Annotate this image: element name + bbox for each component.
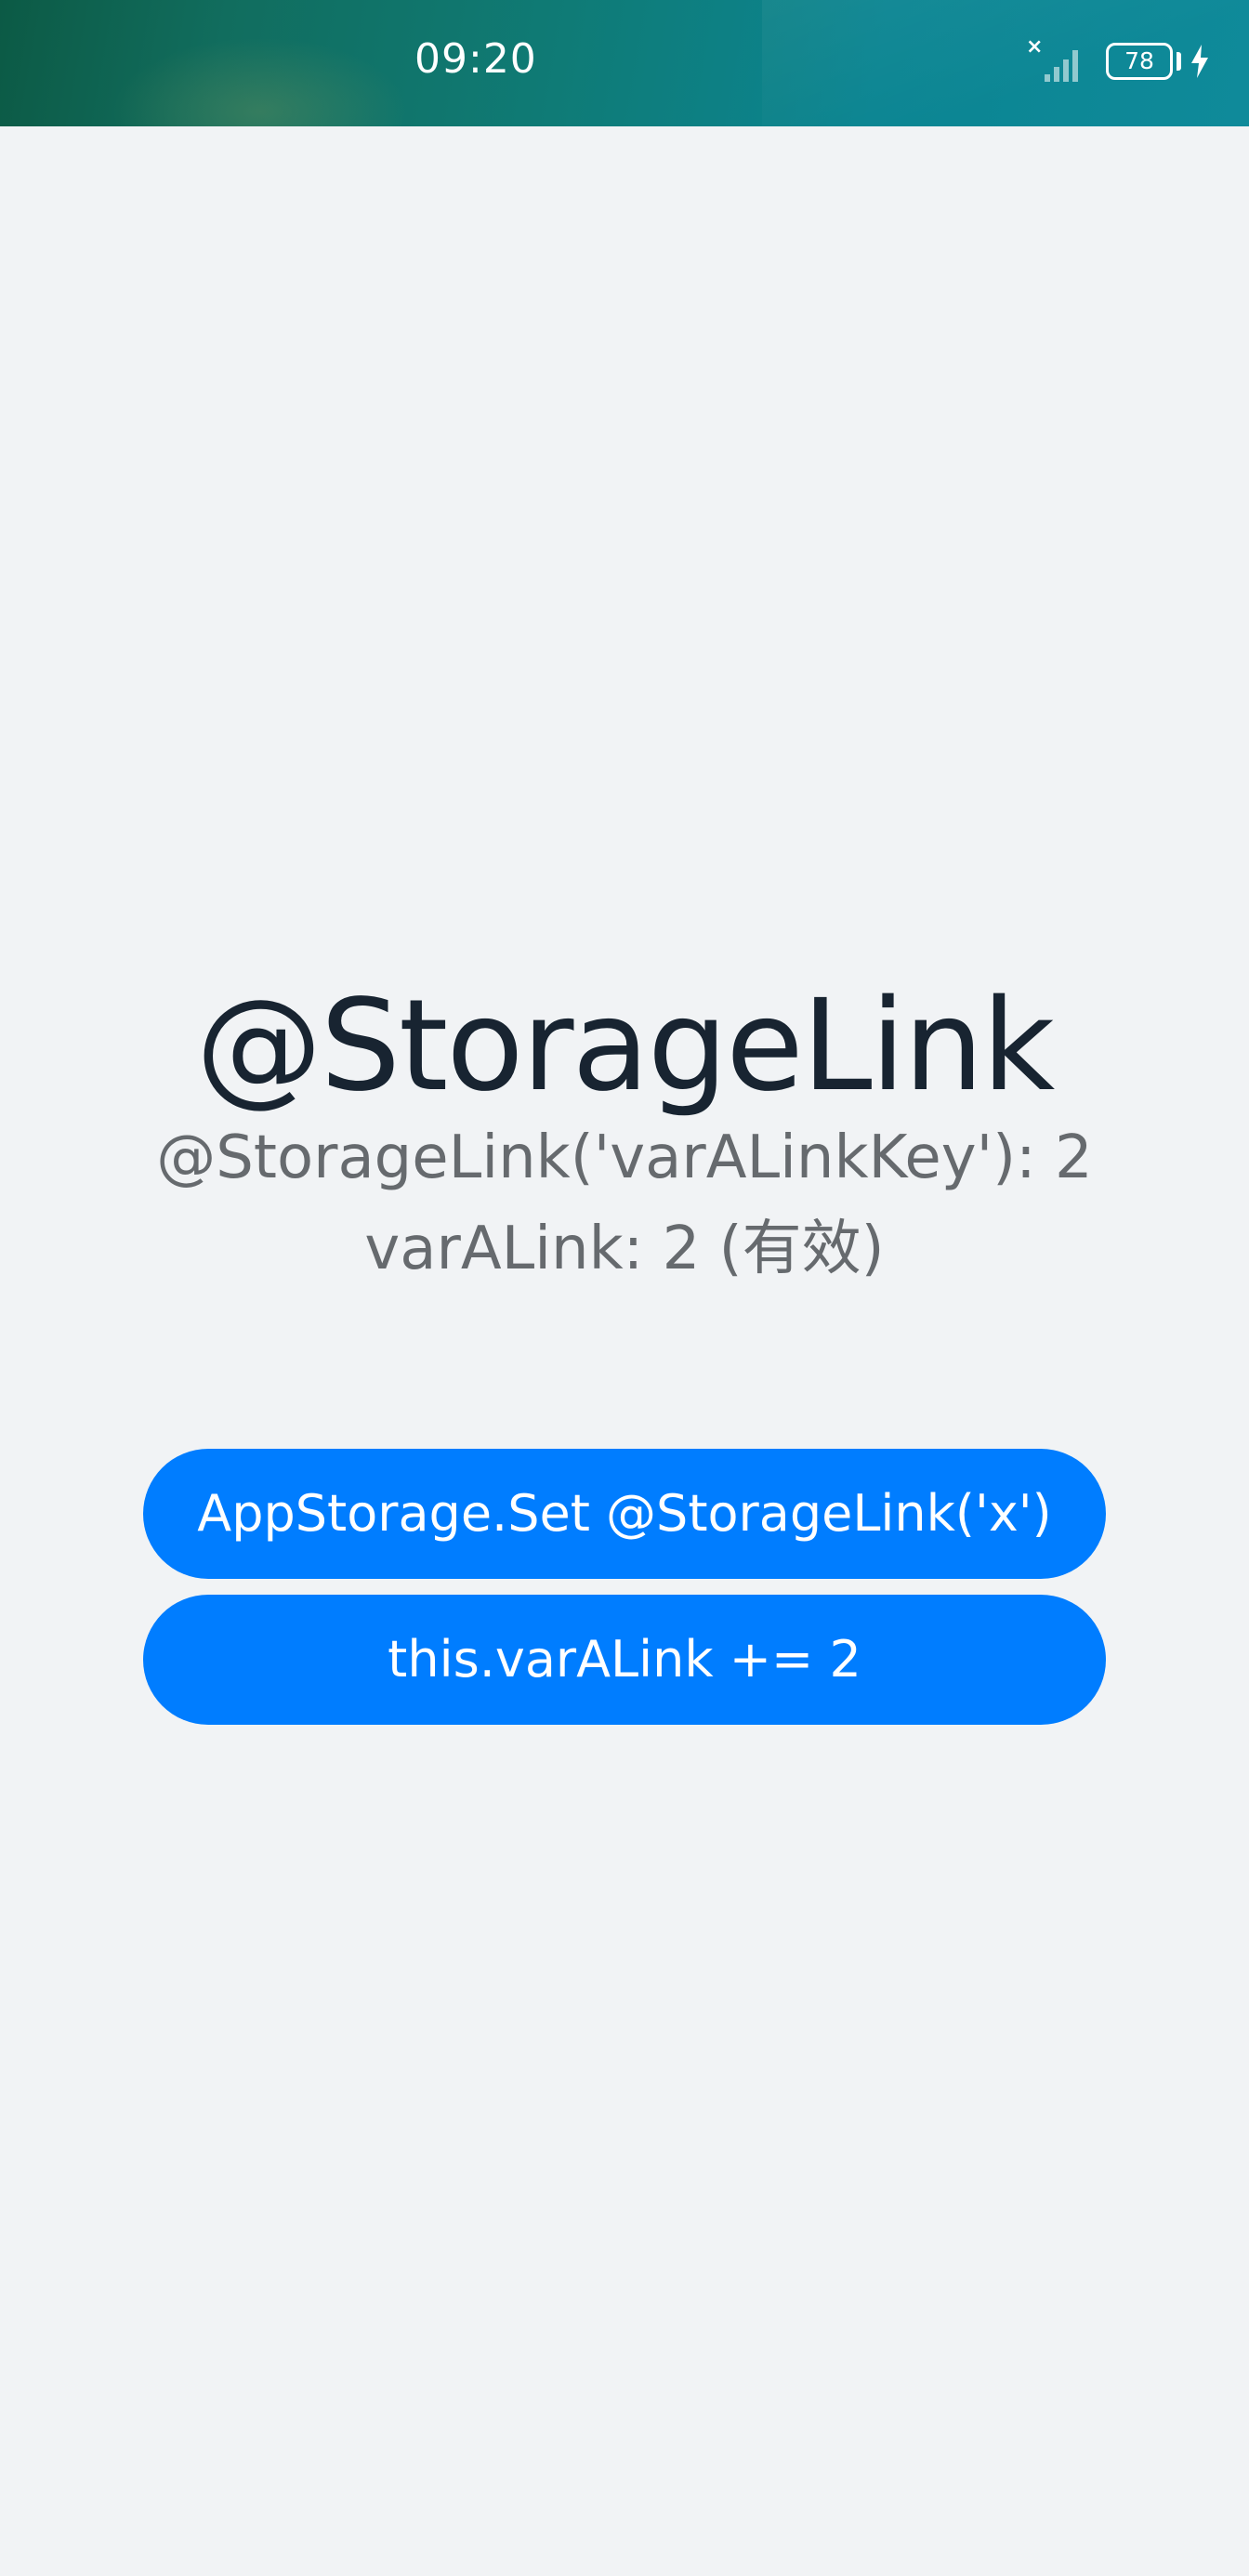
page-title: @StorageLink — [195, 973, 1056, 1120]
increment-var-a-link-button[interactable]: this.varALink += 2 — [143, 1595, 1106, 1725]
signal-bars-icon — [1045, 50, 1078, 82]
storage-link-value-text: @StorageLink('varALinkKey'): 2 — [156, 1124, 1093, 1192]
appstorage-set-button[interactable]: AppStorage.Set @StorageLink('x') — [143, 1449, 1106, 1579]
no-sim-icon: × — [1026, 35, 1044, 59]
status-time: 09:20 — [414, 35, 537, 83]
battery-level: 78 — [1124, 47, 1154, 74]
battery-tip — [1177, 52, 1181, 71]
battery-icon: 78 — [1106, 43, 1173, 80]
status-bar: 09:20 × 78 — [0, 0, 1249, 126]
lightning-icon — [1191, 45, 1208, 78]
var-a-link-value-text: varALink: 2 (有效) — [364, 1215, 885, 1283]
main-content: @StorageLink @StorageLink('varALinkKey')… — [0, 126, 1249, 2576]
